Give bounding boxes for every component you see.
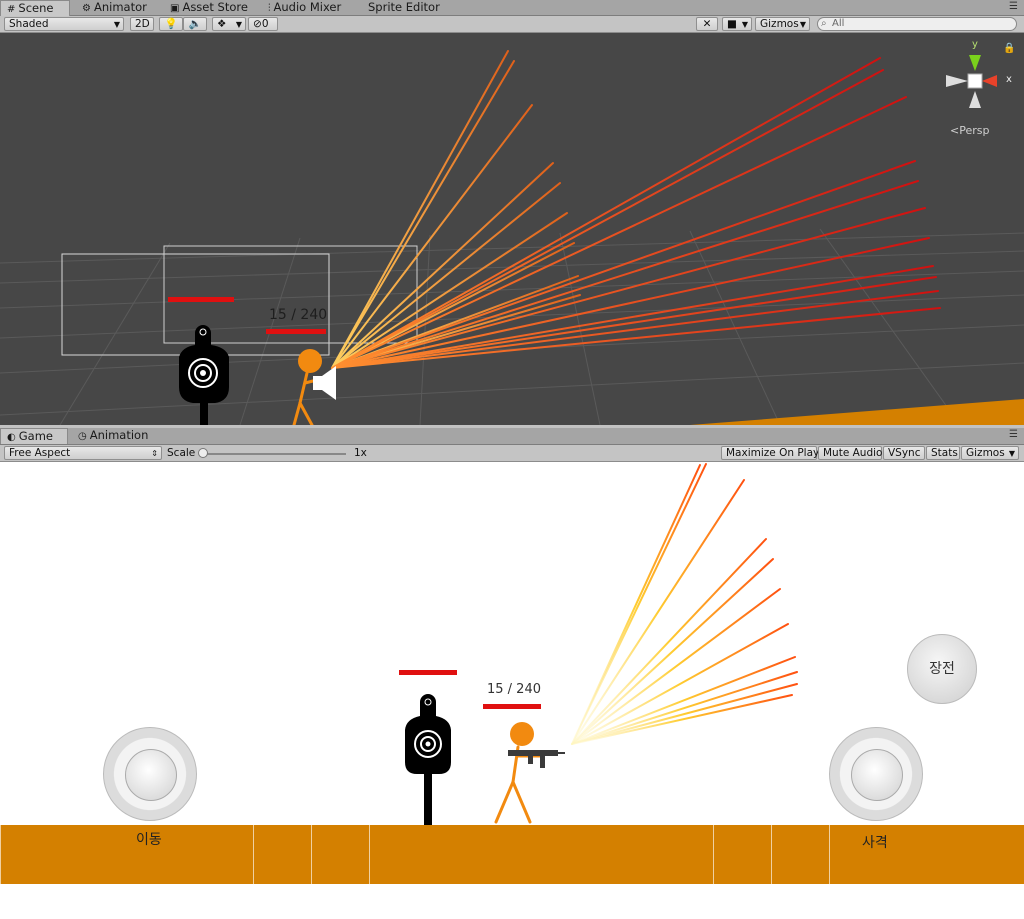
ground-tile — [829, 825, 1024, 884]
vsync-toggle[interactable]: VSync — [883, 446, 925, 460]
shading-dropdown[interactable]: Shaded ▼ — [4, 17, 124, 31]
search-icon: ⌕ — [821, 18, 827, 29]
scene-canvas — [0, 50, 1024, 425]
ground-tile — [311, 825, 369, 884]
ground-strip — [690, 399, 1024, 425]
tab-scene[interactable]: # Scene — [0, 0, 70, 16]
lighting-toggle[interactable]: 💡 — [159, 17, 183, 31]
game-target-sprite — [405, 694, 451, 825]
projection-label[interactable]: <Persp — [950, 124, 989, 137]
player-health-bar — [266, 329, 326, 334]
chevron-down-icon: ▼ — [235, 20, 242, 29]
lock-icon[interactable]: 🔒 — [1003, 43, 1015, 54]
scene-toolbar: Shaded ▼ 2D 💡 🔈 ❖ ▼ ⊘0 ✕ ■ ▼ Gizmos ▼ ⌕ All — [0, 16, 1024, 33]
chevron-down-icon: ▼ — [1008, 449, 1015, 458]
scale-label: Scale — [167, 447, 196, 459]
tab-menu-icon[interactable]: ☰ — [1009, 429, 1018, 440]
fire-label: 사격 — [862, 835, 888, 851]
ground-tile — [771, 825, 829, 884]
tab-animator[interactable]: ⚙ Animator — [76, 0, 153, 16]
ground-tile — [369, 825, 713, 884]
game-player-health-bar — [483, 704, 541, 709]
tab-audio-mixer[interactable]: ⫶ Audio Mixer — [262, 0, 347, 16]
scene-icon: # — [7, 4, 16, 15]
scene-viewport[interactable]: 15 / 240 y x <Persp 🔒 — [0, 33, 1024, 425]
tools-button[interactable]: ✕ — [696, 17, 718, 31]
orientation-gizmo[interactable] — [946, 55, 997, 108]
audio-toggle[interactable]: 🔈 — [183, 17, 207, 31]
gizmo-x-label: x — [1006, 74, 1012, 85]
mute-audio-toggle[interactable]: Mute Audio — [818, 446, 882, 460]
hidden-layers-button[interactable]: ⊘0 — [248, 17, 278, 31]
game-viewport[interactable]: 15 / 240 장전 이동 사격 — [0, 462, 1024, 919]
reload-button[interactable]: 장전 — [907, 634, 977, 704]
ground-tile — [253, 825, 311, 884]
scene-tab-bar: # Scene ⚙ Animator ▣ Asset Store ⫶ Audio Mix… — [0, 0, 1024, 16]
game-gizmos-dropdown[interactable]: Gizmos ▼ — [961, 446, 1019, 460]
animator-icon: ⚙ — [82, 3, 91, 14]
game-player-sprite — [494, 745, 542, 824]
lightbulb-icon: 💡 — [164, 18, 178, 30]
ground-tile — [0, 825, 253, 884]
game-icon: ◐ — [7, 432, 16, 443]
move-joystick[interactable] — [103, 727, 197, 821]
scene-search-input[interactable]: ⌕ All — [817, 17, 1017, 31]
move-joystick-knob[interactable] — [125, 749, 177, 801]
store-icon: ▣ — [170, 3, 180, 14]
mode-2d-button[interactable]: 2D — [130, 17, 154, 31]
scale-value: 1x — [354, 447, 367, 459]
camera-icon: ■ — [727, 18, 737, 30]
scene-gizmos-dropdown[interactable]: Gizmos ▼ — [755, 17, 810, 31]
chevron-down-icon: ▼ — [113, 20, 120, 29]
tab-menu-icon[interactable]: ☰ — [1009, 1, 1018, 12]
move-label: 이동 — [136, 832, 162, 848]
chevron-updown-icon: ⇕ — [151, 449, 158, 458]
target-health-bar — [168, 297, 234, 302]
effects-dropdown[interactable]: ❖ ▼ — [212, 17, 246, 31]
gizmo-y-label: y — [972, 39, 978, 50]
game-target-health-bar — [399, 670, 457, 675]
aspect-dropdown[interactable]: Free Aspect ⇕ — [4, 446, 162, 460]
game-ammo-text: 15 / 240 — [487, 682, 541, 697]
animation-icon: ◷ — [78, 431, 87, 442]
target-sprite — [179, 325, 229, 425]
tab-animation[interactable]: ◷ Animation — [72, 428, 154, 444]
game-toolbar: Free Aspect ⇕ Scale 1x Maximize On Play M… — [0, 445, 1024, 462]
tab-sprite-editor[interactable]: Sprite Editor — [362, 0, 446, 16]
tools-icon: ✕ — [702, 18, 712, 30]
scene-ammo-text: 15 / 240 — [269, 307, 328, 323]
maximize-on-play-toggle[interactable]: Maximize On Play — [721, 446, 819, 460]
persp-icon: < — [950, 124, 960, 137]
mixer-icon: ⫶ — [268, 3, 271, 14]
scale-slider-handle[interactable] — [198, 448, 208, 458]
stats-toggle[interactable]: Stats — [926, 446, 960, 460]
scale-slider-track[interactable] — [200, 453, 346, 455]
tab-asset-store[interactable]: ▣ Asset Store — [164, 0, 254, 16]
muzzle-rays — [331, 50, 941, 369]
fire-joystick[interactable] — [829, 727, 923, 821]
chevron-down-icon: ▼ — [799, 20, 806, 29]
effects-icon: ❖ — [217, 18, 227, 30]
tab-game[interactable]: ◐ Game — [0, 428, 68, 444]
camera-dropdown[interactable]: ■ ▼ — [722, 17, 752, 31]
game-muzzle-rays — [571, 463, 798, 745]
speaker-icon: 🔈 — [188, 18, 202, 30]
chevron-down-icon: ▼ — [741, 20, 748, 29]
ground-tile — [713, 825, 771, 884]
game-tab-bar: ◐ Game ◷ Animation ☰ — [0, 428, 1024, 445]
scene-grid — [0, 228, 1024, 425]
eye-slash-icon: ⊘ — [253, 18, 262, 30]
fire-joystick-knob[interactable] — [851, 749, 903, 801]
